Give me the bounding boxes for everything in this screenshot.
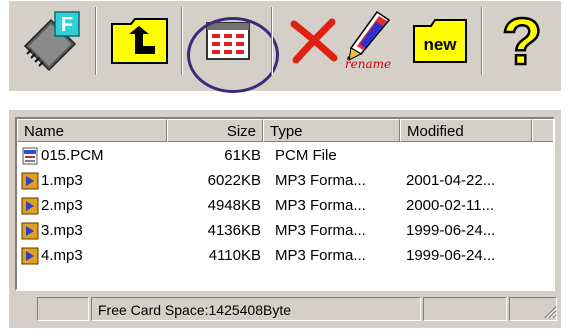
help-label: ? — [502, 8, 542, 74]
file-name: 3.mp3 — [41, 222, 83, 239]
pencil-rename-icon — [347, 10, 391, 61]
file-size: 61KB — [224, 147, 261, 164]
file-modified: 2000-02-11... — [406, 197, 495, 214]
up-folder-button[interactable] — [101, 5, 179, 77]
file-panel: Name Size Type Modified 015.PCM 61KB PCM… — [9, 110, 561, 328]
file-size: 4110KB — [208, 247, 261, 264]
status-bar: Free Card Space:1425408Byte — [9, 295, 561, 323]
file-list-view[interactable]: Name Size Type Modified 015.PCM 61KB PCM… — [15, 117, 555, 291]
pcm-file-icon — [22, 147, 38, 164]
file-row[interactable]: 015.PCM 61KB PCM File — [17, 143, 553, 168]
file-size: 6022KB — [207, 172, 261, 189]
file-type: PCM File — [275, 147, 337, 164]
toolbar-separator — [271, 7, 273, 75]
column-header-name[interactable]: Name — [17, 119, 167, 142]
help-button[interactable]: ? — [487, 5, 557, 77]
column-header-size[interactable]: Size — [167, 119, 263, 142]
file-row[interactable]: 3.mp3 4136KB MP3 Forma... 1999-06-24... — [17, 218, 553, 243]
file-row[interactable]: 4.mp3 4110KB MP3 Forma... 1999-06-24... — [17, 243, 553, 268]
file-row[interactable]: 1.mp3 6022KB MP3 Forma... 2001-04-22... — [17, 168, 553, 193]
toolbar-separator — [181, 7, 183, 75]
new-folder-icon: new — [413, 19, 467, 63]
mp3-file-icon — [21, 247, 39, 264]
new-label: new — [423, 35, 457, 54]
file-type: MP3 Forma... — [275, 247, 366, 264]
rename-label: rename — [344, 57, 392, 71]
file-size: 4948KB — [207, 197, 261, 214]
mp3-file-icon — [21, 172, 39, 189]
file-name: 4.mp3 — [41, 247, 83, 264]
file-modified — [406, 143, 541, 168]
column-header-filler — [532, 119, 553, 142]
file-name: 2.mp3 — [41, 197, 83, 214]
status-pane-empty — [423, 297, 507, 321]
file-name: 015.PCM — [41, 147, 104, 164]
mp3-file-icon — [21, 197, 39, 214]
rename-button[interactable]: rename — [335, 5, 401, 77]
file-type: MP3 Forma... — [275, 197, 366, 214]
file-modified: 1999-06-24... — [406, 222, 496, 239]
file-name: 1.mp3 — [41, 172, 83, 189]
toolbar: F rename new ? — [9, 1, 561, 93]
list-view-button[interactable] — [189, 5, 267, 77]
list-header: Name Size Type Modified — [17, 119, 553, 142]
file-modified: 1999-06-24... — [406, 247, 496, 264]
list-view-icon — [206, 22, 250, 60]
file-type: MP3 Forma... — [275, 222, 366, 239]
file-row[interactable]: 2.mp3 4948KB MP3 Forma... 2000-02-11... — [17, 193, 553, 218]
status-pane-empty — [37, 297, 89, 321]
file-type: MP3 Forma... — [275, 172, 366, 189]
new-folder-button[interactable]: new — [405, 5, 475, 77]
column-header-type[interactable]: Type — [263, 119, 400, 142]
svg-text:F: F — [61, 14, 73, 36]
red-x-delete-icon — [290, 18, 338, 64]
memory-card-format-icon: F — [23, 11, 80, 72]
column-header-modified[interactable]: Modified — [400, 119, 532, 142]
toolbar-separator — [95, 7, 97, 75]
format-card-button[interactable]: F — [13, 5, 91, 77]
resize-grip-icon[interactable] — [543, 305, 557, 319]
file-modified: 2001-04-22... — [406, 172, 496, 189]
free-space-status: Free Card Space:1425408Byte — [91, 297, 421, 321]
toolbar-separator — [481, 7, 483, 75]
mp3-file-icon — [21, 222, 39, 239]
folder-up-icon — [111, 18, 168, 64]
question-mark-icon: ? — [501, 8, 544, 74]
file-size: 4136KB — [207, 222, 261, 239]
file-rows: 015.PCM 61KB PCM File 1.mp3 6022KB MP3 F… — [17, 143, 553, 268]
